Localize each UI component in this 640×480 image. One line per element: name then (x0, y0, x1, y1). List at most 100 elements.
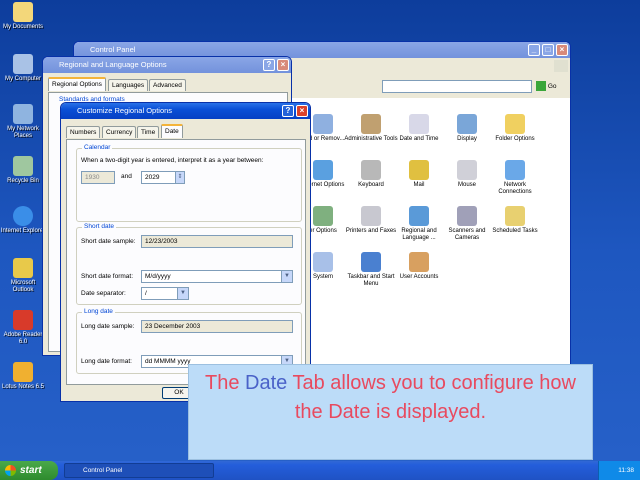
clock: 11:38 (618, 467, 634, 474)
control-panel-item[interactable]: Network Connections (488, 160, 542, 196)
desktop-icon-ie[interactable]: Internet Explorer (0, 206, 46, 235)
keyboard-icon (361, 160, 381, 180)
taskbar-item-control-panel[interactable]: Control Panel (64, 463, 214, 478)
control-panel-item[interactable]: Mail (392, 160, 446, 189)
network-connections-icon (505, 160, 525, 180)
lotus-notes-icon (13, 362, 33, 382)
scheduled-tasks-icon (505, 206, 525, 226)
two-digit-year-text: When a two-digit year is entered, interp… (81, 157, 264, 164)
from-year-field: 1930 (81, 171, 115, 184)
taskbar: start Control Panel 11:38 (0, 461, 640, 480)
spinner-arrows-icon[interactable]: ⇕ (175, 172, 184, 183)
add-remove-icon (313, 114, 333, 134)
tab-time[interactable]: Time (137, 126, 160, 138)
control-panel-item[interactable]: Keyboard (344, 160, 398, 189)
tab-numbers[interactable]: Numbers (66, 126, 101, 138)
printer-icon (361, 206, 381, 226)
scanner-icon (457, 206, 477, 226)
display-icon (457, 114, 477, 134)
calendar-group: Calendar When a two-digit year is entere… (76, 144, 302, 222)
tab-currency[interactable]: Currency (102, 126, 137, 138)
control-panel-item[interactable]: Administrative Tools (344, 114, 398, 143)
control-panel-item[interactable]: Folder Options (488, 114, 542, 143)
desktop-icon-recycle-bin[interactable]: Recycle Bin (0, 156, 46, 185)
caption-highlight: Date (245, 372, 288, 394)
control-panel-item[interactable]: User Accounts (392, 252, 446, 281)
address-input[interactable] (382, 80, 532, 93)
long-date-sample-label: Long date sample: (81, 323, 135, 330)
control-panel-item[interactable]: Mouse (440, 160, 494, 189)
computer-icon (13, 54, 33, 74)
control-panel-item[interactable]: Printers and Faxes (344, 206, 398, 235)
control-panel-item[interactable]: Regional and Language ... (392, 206, 446, 242)
mouse-icon (457, 160, 477, 180)
close-button[interactable]: × (296, 105, 308, 117)
desktop-icon-outlook[interactable]: Microsoft Outlook (0, 258, 46, 294)
chevron-down-icon[interactable]: ▼ (177, 288, 188, 299)
customize-titlebar[interactable]: Customize Regional Options ? × (61, 103, 310, 119)
customize-regional-dialog: Customize Regional Options ? × Numbers C… (60, 102, 311, 402)
start-button[interactable]: start (0, 461, 58, 480)
outlook-icon (13, 258, 33, 278)
long-date-format-label: Long date format: (81, 358, 132, 365)
mail-icon (409, 160, 429, 180)
date-separator-select[interactable]: / ▼ (141, 287, 189, 300)
long-date-sample-value: 23 December 2003 (141, 320, 293, 333)
to-year-spinner[interactable]: 2029 ⇕ (141, 171, 185, 184)
control-panel-item[interactable]: Taskbar and Start Menu (344, 252, 398, 288)
short-date-sample-label: Short date sample: (81, 238, 136, 245)
tab-advanced[interactable]: Advanced (149, 79, 186, 91)
desktop-icon-lotus-notes[interactable]: Lotus Notes 6.5 (0, 362, 46, 391)
power-options-icon (313, 206, 333, 226)
date-tab-panel: Calendar When a two-digit year is entere… (66, 139, 306, 385)
admin-tools-icon (361, 114, 381, 134)
desktop-icon-adobe-reader[interactable]: Adobe Reader 6.0 (0, 310, 46, 346)
control-panel-item[interactable]: Display (440, 114, 494, 143)
folder-options-icon (505, 114, 525, 134)
network-icon (13, 104, 33, 124)
desktop-icon-network[interactable]: My Network Places (0, 104, 46, 140)
windows-logo-icon (554, 60, 568, 72)
users-icon (409, 252, 429, 272)
and-label: and (121, 173, 132, 180)
customize-tabs: Numbers Currency Time Date (66, 124, 306, 140)
globe-icon (313, 160, 333, 180)
control-panel-item[interactable]: Scanners and Cameras (440, 206, 494, 242)
short-date-group: Short date Short date sample: 12/23/2003… (76, 223, 302, 305)
minimize-button[interactable]: _ (528, 44, 540, 56)
taskbar-icon (361, 252, 381, 272)
short-date-sample-value: 12/23/2003 (141, 235, 293, 248)
go-arrow-icon (536, 81, 546, 92)
tab-date[interactable]: Date (161, 124, 183, 138)
maximize-button[interactable]: □ (542, 44, 554, 56)
short-date-format-select[interactable]: M/d/yyyy ▼ (141, 270, 293, 283)
recycle-bin-icon (13, 156, 33, 176)
folder-docs-icon (13, 2, 33, 22)
date-separator-label: Date separator: (81, 290, 126, 297)
system-tray: 11:38 (598, 461, 640, 480)
close-button[interactable]: × (277, 59, 289, 71)
system-icon (313, 252, 333, 272)
calendar-legend: Calendar (82, 144, 113, 151)
regional-titlebar[interactable]: Regional and Language Options ? × (43, 57, 291, 73)
help-button[interactable]: ? (282, 105, 294, 117)
clock-icon (409, 114, 429, 134)
tab-regional-options[interactable]: Regional Options (48, 77, 106, 91)
close-button[interactable]: × (556, 44, 568, 56)
ie-icon (13, 206, 33, 226)
regional-tabs: Regional Options Languages Advanced (48, 77, 288, 93)
long-date-legend: Long date (82, 308, 115, 315)
regional-icon (409, 206, 429, 226)
go-button[interactable]: Go (536, 80, 566, 93)
desktop-icon-my-documents[interactable]: My Documents (0, 2, 46, 31)
windows-flag-icon (5, 465, 16, 476)
tab-languages[interactable]: Languages (108, 79, 149, 91)
help-button[interactable]: ? (263, 59, 275, 71)
desktop-icon-my-computer[interactable]: My Computer (0, 54, 46, 83)
chevron-down-icon[interactable]: ▼ (281, 271, 292, 282)
control-panel-item[interactable]: Scheduled Tasks (488, 206, 542, 235)
control-panel-item[interactable]: Date and Time (392, 114, 446, 143)
short-date-legend: Short date (82, 223, 116, 230)
adobe-reader-icon (13, 310, 33, 330)
tutorial-caption: The Date Tab allows you to configure how… (188, 364, 593, 460)
